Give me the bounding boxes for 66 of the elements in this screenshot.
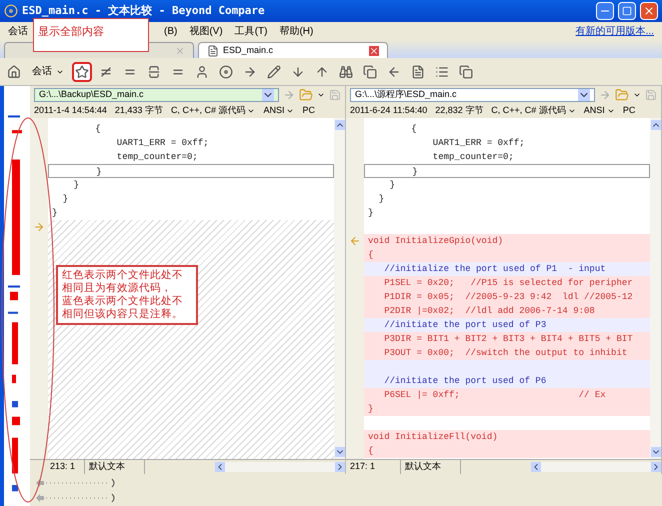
- close-icon: [643, 5, 655, 17]
- scroll-up-icon[interactable]: [650, 120, 660, 130]
- scroll-down-icon[interactable]: [334, 447, 344, 457]
- horizontal-scrollbar[interactable]: [531, 462, 661, 472]
- file-info-text: 2011-6-24 11:54:40: [350, 104, 428, 117]
- scroll-up-icon[interactable]: [334, 120, 344, 130]
- show-all-button[interactable]: [72, 62, 92, 82]
- file-info-text[interactable]: ANSI: [584, 104, 605, 118]
- scroll-right-icon[interactable]: [651, 462, 661, 472]
- file-info-text[interactable]: C, C++, C# 源代码: [491, 104, 566, 118]
- scroll-left-icon[interactable]: [531, 462, 541, 472]
- session-dropdown[interactable]: 会话: [28, 64, 68, 79]
- callout-text: 蓝色表示两个文件此处不相同但该内容只是注释。: [62, 295, 184, 321]
- file-info-text[interactable]: C, C++, C# 源代码: [170, 104, 246, 118]
- file-info-text: 22,832 字节: [435, 104, 484, 117]
- scroll-right-icon[interactable]: [335, 462, 345, 472]
- file-info-text[interactable]: ANSI: [263, 104, 284, 118]
- path-field[interactable]: G:\...\Backup\ESD_main.c: [34, 88, 279, 102]
- maximize-button[interactable]: [618, 2, 636, 20]
- maximize-icon: [622, 6, 632, 16]
- document-icon: [411, 64, 425, 78]
- vertical-scrollbar[interactable]: [650, 118, 661, 459]
- menu-item[interactable]: 帮助(H): [279, 24, 314, 38]
- vertical-scrollbar[interactable]: [334, 118, 345, 459]
- app-icon: [4, 4, 18, 18]
- close-button[interactable]: [640, 2, 658, 20]
- callout-text: 显示全部内容: [38, 26, 104, 38]
- scroll-down-icon[interactable]: [650, 447, 660, 457]
- close-tab-icon[interactable]: [369, 46, 379, 56]
- dropdown-icon[interactable]: [262, 88, 274, 100]
- list-icon: [435, 64, 449, 78]
- update-link[interactable]: 有新的可用版本...: [576, 24, 654, 38]
- path-field[interactable]: G:\...\源程序\ESD_main.c: [350, 88, 595, 102]
- home-icon: [7, 64, 21, 78]
- file-info-text[interactable]: PC: [302, 104, 315, 118]
- window-title: ESD_main.c - 文本比较 - Beyond Compare: [22, 2, 266, 19]
- text-format: 默认文本: [401, 460, 461, 474]
- arrow-up-icon: [315, 64, 329, 78]
- menu-item[interactable]: 工具(T): [234, 24, 268, 38]
- file-info-text[interactable]: PC: [622, 104, 636, 118]
- scroll-left-icon[interactable]: [215, 462, 225, 472]
- arrow-down-icon: [291, 64, 305, 78]
- menu-item[interactable]: (B): [164, 24, 178, 38]
- pencil-icon: [267, 64, 281, 78]
- disc-icon: [219, 64, 233, 78]
- menu-item[interactable]: 视图(V): [189, 24, 223, 38]
- cursor-position: 217: 1: [346, 460, 401, 474]
- menu-item[interactable]: 会话: [8, 24, 28, 38]
- text-format: 默认文本: [85, 460, 145, 474]
- file-info-text: 2011-1-4 14:54:44: [34, 104, 107, 117]
- star-icon: [75, 64, 89, 78]
- dropdown-icon[interactable]: [578, 88, 590, 100]
- file-info-text: 21,433 字节: [114, 104, 163, 117]
- arrow-right-icon: [243, 64, 257, 78]
- callout-text: 红色表示两个文件此处不相同且为有效源代码，: [62, 269, 184, 295]
- document-icon: [207, 44, 219, 56]
- binoculars-icon: [339, 64, 353, 78]
- pages-icon: [459, 64, 473, 78]
- minimize-button[interactable]: [596, 2, 614, 20]
- copy-icon: [363, 64, 377, 78]
- horizontal-scrollbar[interactable]: [215, 462, 345, 472]
- document-tab[interactable]: ESD_main.c: [198, 42, 388, 58]
- not-equal-icon: [99, 64, 113, 78]
- person-icon: [195, 64, 209, 78]
- split-icon: [147, 64, 161, 78]
- cursor-position: 213: 1: [30, 460, 85, 474]
